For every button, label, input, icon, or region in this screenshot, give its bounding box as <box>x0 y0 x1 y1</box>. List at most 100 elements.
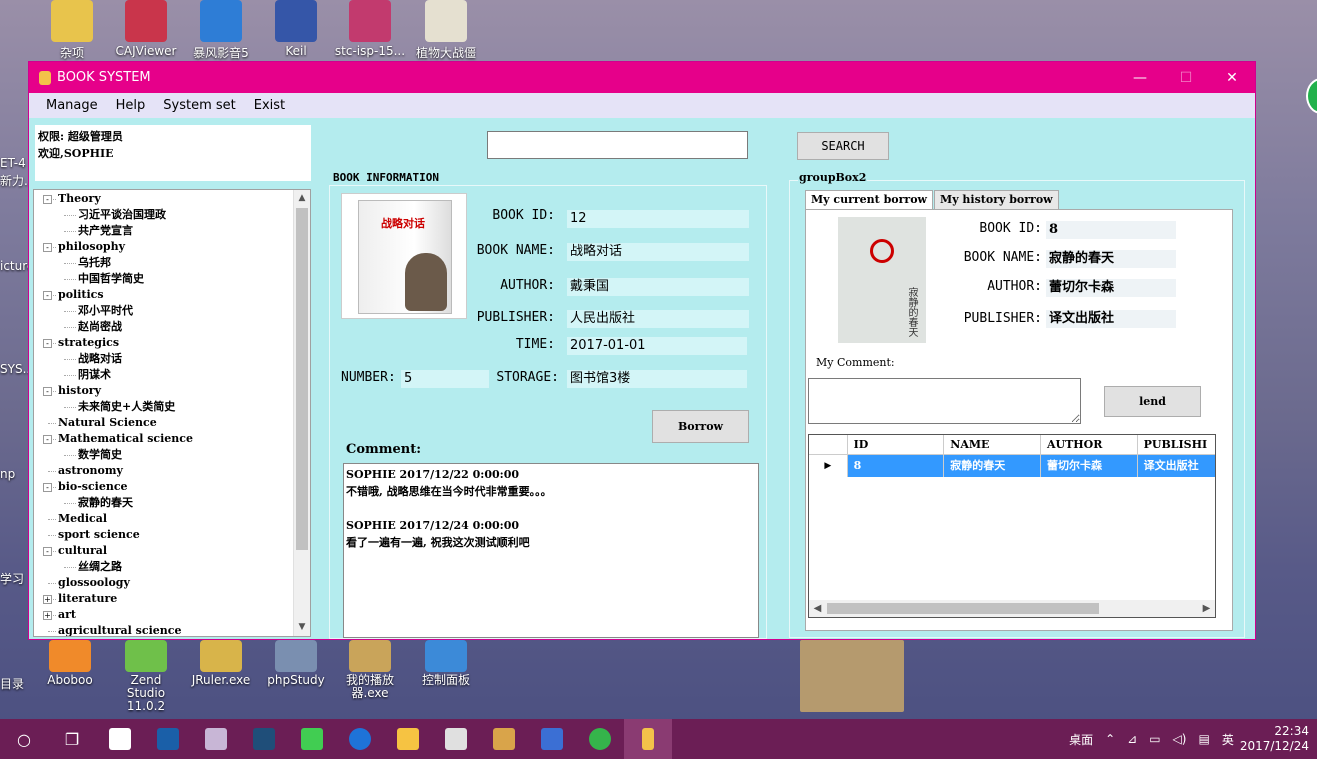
collapse-icon[interactable]: - <box>43 483 52 492</box>
scroll-left-icon[interactable]: ◀ <box>809 600 826 617</box>
collapse-icon[interactable]: - <box>43 547 52 556</box>
desktop-shortcut-label[interactable]: ET-4 <box>0 156 26 170</box>
my-comment-input[interactable] <box>808 378 1081 424</box>
tree-category[interactable]: - strategics <box>34 335 293 351</box>
close-button[interactable]: ✕ <box>1209 62 1255 93</box>
desktop-shortcut[interactable]: 植物大战僵 <box>410 0 482 61</box>
tree-book[interactable]: 数学简史 <box>34 447 293 463</box>
tree-category[interactable]: + art <box>34 607 293 623</box>
tree-book[interactable]: 共产党宣言 <box>34 223 293 239</box>
chevron-up-icon[interactable]: ⌃ <box>1105 732 1115 746</box>
desktop-shortcut[interactable]: JRuler.exe <box>185 640 257 687</box>
expand-icon[interactable]: + <box>43 611 52 620</box>
tab-current-borrow[interactable]: My current borrow <box>805 190 934 211</box>
photoshop-icon[interactable] <box>240 719 288 759</box>
hscroll-thumb[interactable] <box>827 603 1099 614</box>
tree-category[interactable]: glossoology <box>34 575 293 591</box>
menu-manage[interactable]: Manage <box>37 98 107 113</box>
tree-category[interactable]: - history <box>34 383 293 399</box>
ime-indicator[interactable]: 英 <box>1222 731 1234 748</box>
calculator-icon[interactable] <box>432 719 480 759</box>
volume-icon[interactable]: ◁) <box>1173 732 1187 746</box>
tree-book[interactable]: 习近平谈治国理政 <box>34 207 293 223</box>
tree-category[interactable]: + literature <box>34 591 293 607</box>
col-publisher[interactable]: PUBLISHI <box>1138 435 1215 454</box>
desktop-shortcut[interactable]: phpStudy <box>260 640 332 687</box>
tree-book[interactable]: 邓小平时代 <box>34 303 293 319</box>
battery-icon[interactable]: ▭ <box>1149 732 1160 746</box>
tree-category[interactable]: - Theory <box>34 191 293 207</box>
comments-box[interactable]: SOPHIE 2017/12/22 0:00:00 不错哦, 战略思维在当今时代… <box>343 463 759 638</box>
category-tree[interactable]: - Theory 习近平谈治国理政 共产党宣言 - philosophy 乌托邦 中国哲学简史… <box>33 189 311 637</box>
file-explorer-icon[interactable] <box>384 719 432 759</box>
desktop-shortcut-label[interactable]: 目录 <box>0 675 24 692</box>
qt-icon[interactable] <box>288 719 336 759</box>
tools-app-icon[interactable] <box>480 719 528 759</box>
grid-hscrollbar[interactable]: ◀ ▶ <box>809 600 1215 617</box>
tree-book[interactable]: 乌托邦 <box>34 255 293 271</box>
col-id[interactable]: ID <box>848 435 945 454</box>
tree-book[interactable]: 中国哲学简史 <box>34 271 293 287</box>
green-app-icon[interactable] <box>576 719 624 759</box>
collapse-icon[interactable]: - <box>43 435 52 444</box>
collapse-icon[interactable]: - <box>43 243 52 252</box>
edge-icon[interactable] <box>336 719 384 759</box>
collapse-icon[interactable]: - <box>43 291 52 300</box>
tab-history-borrow[interactable]: My history borrow <box>934 190 1059 211</box>
lend-button[interactable]: lend <box>1104 386 1201 417</box>
table-row[interactable]: ▶ 8 寂静的春天 蕾切尔卡森 译文出版社 <box>809 455 1215 477</box>
cell-name[interactable]: 寂静的春天 <box>944 455 1041 477</box>
tree-category[interactable]: Natural Science <box>34 415 293 431</box>
col-name[interactable]: NAME <box>944 435 1041 454</box>
tree-category[interactable]: - Mathematical science <box>34 431 293 447</box>
tree-book[interactable]: 丝绸之路 <box>34 559 293 575</box>
desktop-shortcut[interactable]: Zend Studio 11.0.2 <box>110 640 182 713</box>
collapse-icon[interactable]: - <box>43 387 52 396</box>
cortana-icon[interactable]: ○ <box>0 719 48 759</box>
borrow-grid[interactable]: ID NAME AUTHOR PUBLISHI ▶ 8 寂静的春天 蕾切尔卡森 … <box>808 434 1216 618</box>
desktop-shortcut[interactable]: CAJViewer <box>110 0 182 58</box>
borrow-button[interactable]: Borrow <box>652 410 749 443</box>
tree-category[interactable]: - bio-science <box>34 479 293 495</box>
minimize-button[interactable]: — <box>1117 62 1163 93</box>
expand-icon[interactable]: + <box>43 595 52 604</box>
tree-category[interactable]: Medical <box>34 511 293 527</box>
tree-book[interactable]: 未来简史+人类简史 <box>34 399 293 415</box>
infinity-app-icon[interactable] <box>528 719 576 759</box>
desktop-shortcut[interactable]: 我的播放器.exe <box>334 640 406 700</box>
desktop-shortcut[interactable]: 杂项 <box>36 0 108 61</box>
network-icon[interactable]: ⊿ <box>1127 732 1137 746</box>
maximize-button[interactable]: ☐ <box>1163 62 1209 93</box>
tree-category[interactable]: sport science <box>34 527 293 543</box>
tree-book[interactable]: 寂静的春天 <box>34 495 293 511</box>
tree-scrollbar[interactable]: ▲ ▼ <box>293 190 310 636</box>
pdf-app-icon[interactable] <box>144 719 192 759</box>
scroll-thumb[interactable] <box>296 208 308 550</box>
tree-category[interactable]: agricultural science <box>34 623 293 636</box>
book-system-taskbar-icon[interactable] <box>624 719 672 759</box>
desktop-shortcut[interactable]: 暴风影音5 <box>185 0 257 61</box>
paint-app-icon[interactable] <box>192 719 240 759</box>
tree-category[interactable]: - cultural <box>34 543 293 559</box>
tree-category[interactable]: astronomy <box>34 463 293 479</box>
desktop-toolbar-label[interactable]: 桌面 <box>1069 731 1093 748</box>
tree-book[interactable]: 赵尚密战 <box>34 319 293 335</box>
cell-publisher[interactable]: 译文出版社 <box>1137 455 1215 477</box>
notification-icon[interactable]: ▤ <box>1198 732 1209 746</box>
clock[interactable]: 22:34 2017/12/24 <box>1240 724 1309 754</box>
search-button[interactable]: SEARCH <box>797 132 889 160</box>
menu-help[interactable]: Help <box>107 98 155 113</box>
desktop-shortcut[interactable]: Aboboo <box>34 640 106 687</box>
scroll-right-icon[interactable]: ▶ <box>1198 600 1215 617</box>
task-view-icon[interactable]: ❐ <box>48 719 96 759</box>
collapse-icon[interactable]: - <box>43 339 52 348</box>
desktop-shortcut-label[interactable]: np <box>0 467 15 481</box>
menu-system-set[interactable]: System set <box>154 98 244 113</box>
tree-book[interactable]: 阴谋术 <box>34 367 293 383</box>
desktop-shortcut[interactable]: stc-isp-15... <box>334 0 406 58</box>
menu-exist[interactable]: Exist <box>245 98 294 113</box>
col-author[interactable]: AUTHOR <box>1041 435 1138 454</box>
collapse-icon[interactable]: - <box>43 195 52 204</box>
desktop-shortcut[interactable]: 控制面板 <box>410 640 482 687</box>
scroll-down-icon[interactable]: ▼ <box>294 619 310 636</box>
